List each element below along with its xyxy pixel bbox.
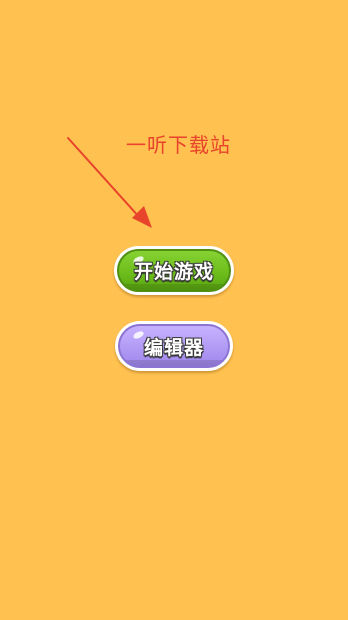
start-game-label: 开始游戏 [133, 261, 214, 283]
start-game-button[interactable]: 开始游戏 [114, 246, 234, 295]
start-game-button-face: 开始游戏 [117, 249, 231, 292]
editor-button[interactable]: 编辑器 [115, 321, 233, 371]
arrow-head [132, 206, 152, 228]
editor-button-face: 编辑器 [118, 324, 230, 368]
arrow-down-right-icon [67, 137, 152, 228]
gloss-highlight [132, 329, 145, 341]
editor-label: 编辑器 [143, 336, 204, 359]
game-menu-screen: 一听下载站 开始游戏 编辑器 [0, 0, 348, 620]
arrow-shaft [67, 137, 141, 219]
